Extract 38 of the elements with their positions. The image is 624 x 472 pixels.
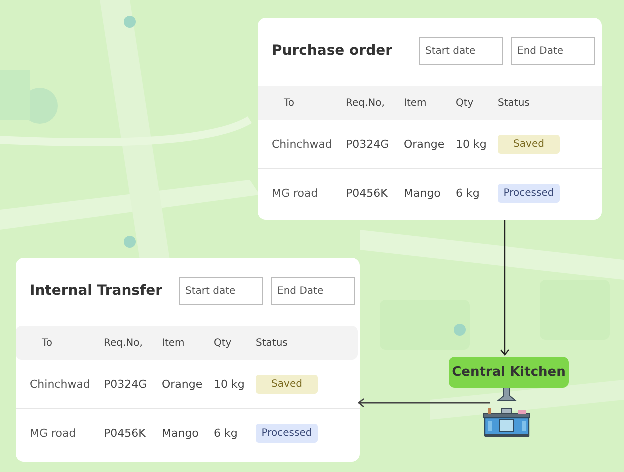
card-title: Purchase order <box>272 43 392 59</box>
end-date-field[interactable]: End Date <box>510 37 594 65</box>
table-cell-text: Orange <box>404 138 446 150</box>
table-cell-text: 10 kg <box>214 378 246 390</box>
column-header: Qty <box>456 98 475 108</box>
kitchen-icon <box>482 388 532 438</box>
status-badge: Processed <box>256 424 318 442</box>
column-header: Status <box>256 338 289 348</box>
table-cell-text: Mango <box>404 186 442 200</box>
status-badge: Saved <box>256 374 318 394</box>
table-cell-text: 6 kg <box>456 186 481 200</box>
table-cell-text: 10 kg <box>456 138 488 150</box>
central-kitchen-label: Central Kitchen <box>449 357 569 388</box>
column-header: Item <box>162 338 186 348</box>
table-cell-text: P0456K <box>346 186 389 200</box>
column-header: To <box>41 338 54 348</box>
table-cell-text: P0456K <box>104 426 147 440</box>
status-badge: Saved <box>498 134 560 154</box>
table-cell-text: Mango <box>162 426 200 440</box>
column-header: Qty <box>214 338 233 348</box>
table-cell-text: 6 kg <box>214 426 239 440</box>
status-badge: Processed <box>498 184 560 202</box>
table-cell-text: Chinchwad <box>271 138 334 150</box>
column-header: Item <box>404 98 428 108</box>
start-date-field[interactable]: Start date <box>418 37 502 65</box>
column-header: Status <box>498 98 531 108</box>
column-header: Req.No, <box>104 338 144 348</box>
column-header: Req.No, <box>346 98 386 108</box>
card-title: Internal Transfer <box>30 283 163 299</box>
table-cell-text: P0324G <box>346 138 390 150</box>
table-cell-text: MG road <box>271 186 320 200</box>
table-cell-text: Orange <box>162 378 204 390</box>
table-cell-text: P0324G <box>104 378 148 390</box>
table-cell-text: MG road <box>29 426 78 440</box>
end-date-field[interactable]: End Date <box>270 277 355 305</box>
start-date-field[interactable]: Start date <box>178 277 263 305</box>
column-header: To <box>283 98 296 108</box>
table-cell-text: Chinchwad <box>29 378 92 390</box>
